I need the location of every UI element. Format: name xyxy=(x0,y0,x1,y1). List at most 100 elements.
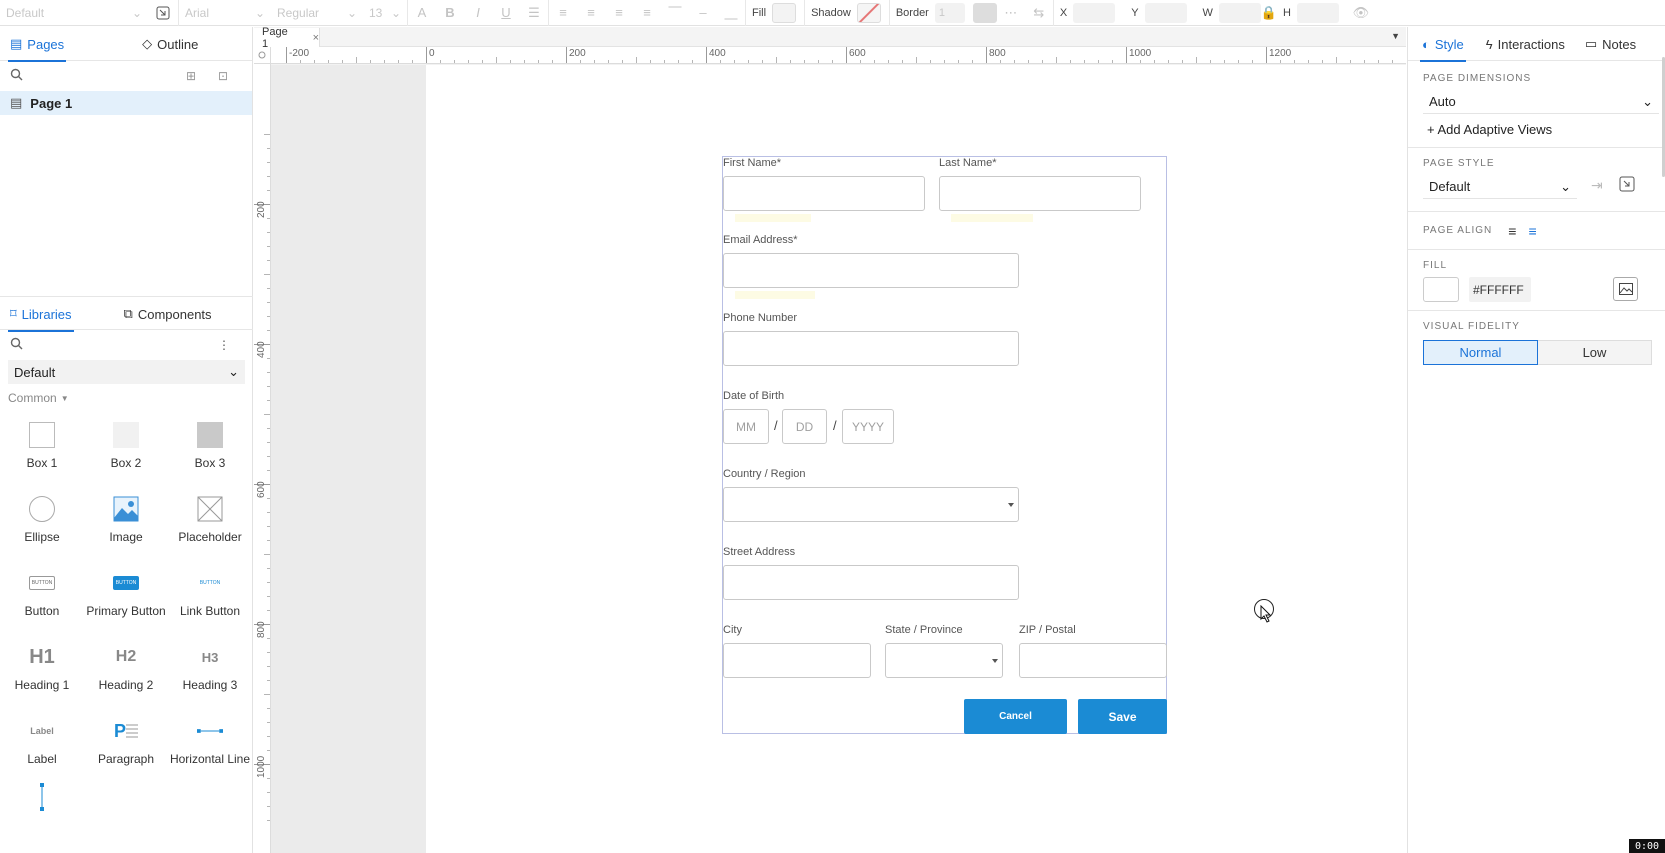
font-size-select[interactable]: 13 ⌄ xyxy=(363,2,407,24)
bullet-list-icon[interactable]: ☰ xyxy=(520,0,548,26)
x-input[interactable] xyxy=(1073,2,1116,23)
street-input[interactable] xyxy=(723,565,1019,600)
lock-icon[interactable]: 🔒 xyxy=(1261,0,1277,26)
ruler-minor-tick xyxy=(1252,60,1253,63)
add-page-icon[interactable]: ⊞ xyxy=(186,69,196,83)
shadow-swatch[interactable] xyxy=(856,2,881,23)
h-input[interactable] xyxy=(1296,2,1339,23)
tab-components[interactable]: ⧉ Components xyxy=(116,297,220,331)
last-name-input[interactable] xyxy=(939,176,1141,211)
align-center-icon[interactable]: ≡ xyxy=(1528,223,1536,239)
tab-style[interactable]: ◐ Style xyxy=(1414,27,1472,62)
zip-input[interactable] xyxy=(1019,643,1167,678)
widget-link-button[interactable]: BUTTON Link Button xyxy=(168,560,252,634)
italic-icon[interactable]: I xyxy=(464,0,492,26)
justify-icon[interactable]: ≡ xyxy=(633,0,661,26)
style-manage-icon[interactable] xyxy=(1619,176,1635,195)
style-manage-icon[interactable] xyxy=(148,0,178,26)
align-bottom-icon[interactable]: ⎽ xyxy=(717,0,745,26)
fidelity-low-button[interactable]: Low xyxy=(1538,340,1652,365)
phone-input[interactable] xyxy=(723,331,1019,366)
widget-image[interactable]: Image xyxy=(84,486,168,560)
dob-month-input[interactable]: MM xyxy=(723,409,769,444)
fill-swatch[interactable] xyxy=(772,2,797,23)
country-select[interactable] xyxy=(723,487,1019,522)
align-left-icon[interactable]: ≡ xyxy=(1508,223,1516,239)
weight-select[interactable]: Regular ⌄ xyxy=(271,2,363,24)
tab-libraries[interactable]: ⌑ Libraries xyxy=(2,297,80,332)
caret-down-icon[interactable]: ▼ xyxy=(1391,31,1400,41)
fill-hex-input[interactable]: #FFFFFF xyxy=(1469,277,1531,302)
widget-paragraph[interactable]: P Paragraph xyxy=(84,708,168,782)
canvas-area[interactable]: Page 1 × ▼ -200 0 200 400 600 800 1000 1200 200… xyxy=(254,26,1406,853)
widget-placeholder[interactable]: Placeholder xyxy=(168,486,252,560)
align-left-icon[interactable]: ≡ xyxy=(549,0,577,26)
more-vertical-icon[interactable]: ⋮ xyxy=(218,338,230,352)
widget-label[interactable]: Label Label xyxy=(0,708,84,782)
save-button[interactable]: Save xyxy=(1078,699,1167,734)
widget-heading3[interactable]: H3 Heading 3 xyxy=(168,634,252,708)
widget-box1[interactable]: Box 1 xyxy=(0,412,84,486)
tab-interactions[interactable]: ϟ Interactions xyxy=(1478,27,1573,61)
underline-icon[interactable]: U xyxy=(492,0,520,26)
state-select[interactable] xyxy=(885,643,1003,678)
apply-style-icon[interactable]: ⇥ xyxy=(1591,177,1603,194)
widget-vertical-line[interactable] xyxy=(0,782,84,822)
library-tabs: ⌑ Libraries ⧉ Components xyxy=(0,296,253,332)
fill-color-swatch[interactable] xyxy=(1423,277,1459,302)
fidelity-normal-button[interactable]: Normal xyxy=(1423,340,1538,365)
right-panel: ◐ Style ϟ Interactions ▭ Notes PAGE DIME… xyxy=(1407,27,1665,853)
dob-day-input[interactable]: DD xyxy=(782,409,827,444)
dob-year-input[interactable]: YYYY xyxy=(842,409,894,444)
border-style-icon[interactable]: ⋯ xyxy=(997,0,1025,26)
bold-icon[interactable]: B xyxy=(436,0,464,26)
align-middle-icon[interactable]: – xyxy=(689,0,717,26)
arrow-style-icon[interactable]: ⇆ xyxy=(1025,0,1053,26)
page-row-page1[interactable]: ▤ Page 1 xyxy=(0,91,252,115)
align-right-icon[interactable]: ≡ xyxy=(605,0,633,26)
city-input[interactable] xyxy=(723,643,871,678)
first-name-input[interactable] xyxy=(723,176,925,211)
w-input[interactable] xyxy=(1218,2,1261,23)
ruler-top[interactable]: -200 0 200 400 600 800 1000 1200 xyxy=(271,47,1406,64)
add-folder-icon[interactable]: ⊡ xyxy=(218,69,228,83)
page-style-select[interactable]: Default ⌄ xyxy=(1423,175,1577,199)
ruler-corner[interactable] xyxy=(254,47,271,64)
widget-heading2[interactable]: H2 Heading 2 xyxy=(84,634,168,708)
align-top-icon[interactable]: ⎺ xyxy=(661,0,689,26)
ruler-left[interactable]: 200 400 600 800 1000 xyxy=(254,64,271,853)
align-center-icon[interactable]: ≡ xyxy=(577,0,605,26)
fill-image-icon[interactable] xyxy=(1613,277,1638,301)
tab-pages[interactable]: ▤ Pages xyxy=(2,27,72,62)
tab-outline[interactable]: ◇ Outline xyxy=(134,27,206,61)
style-select[interactable]: Default ⌄ xyxy=(0,2,148,24)
cancel-button[interactable]: Cancel xyxy=(964,699,1067,734)
category-toggle[interactable]: Common ▼ xyxy=(0,384,253,412)
address-form[interactable]: First Name* Last Name* Email Address* Ph… xyxy=(722,156,1167,734)
close-icon[interactable]: × xyxy=(313,32,319,44)
y-input[interactable] xyxy=(1144,2,1187,23)
ruler-minor-tick xyxy=(1014,60,1015,63)
page-dimensions-select[interactable]: Auto ⌄ xyxy=(1423,90,1659,114)
artboard[interactable]: First Name* Last Name* Email Address* Ph… xyxy=(426,65,1406,853)
email-input[interactable] xyxy=(723,253,1019,288)
text-color-icon[interactable]: A xyxy=(408,0,436,26)
widget-heading1[interactable]: H1 Heading 1 xyxy=(0,634,84,708)
widget-box3[interactable]: Box 3 xyxy=(168,412,252,486)
border-width-input[interactable]: 1 xyxy=(934,2,965,23)
library-search[interactable]: ⋮ xyxy=(0,330,253,360)
widget-box2[interactable]: Box 2 xyxy=(84,412,168,486)
widget-primary-button[interactable]: BUTTON Primary Button xyxy=(84,560,168,634)
widget-ellipse[interactable]: Ellipse xyxy=(0,486,84,560)
border-color-swatch[interactable] xyxy=(972,2,997,23)
tab-notes[interactable]: ▭ Notes xyxy=(1577,27,1644,61)
widget-horizontal-line[interactable]: Horizontal Line xyxy=(168,708,252,782)
visibility-icon[interactable]: 👁 xyxy=(1347,0,1375,26)
library-select[interactable]: Default ⌄ xyxy=(8,360,245,384)
fill-hex-value: #FFFFFF xyxy=(1473,282,1524,297)
add-adaptive-views-link[interactable]: + Add Adaptive Views xyxy=(1408,114,1665,147)
font-select[interactable]: Arial ⌄ xyxy=(179,2,271,24)
pages-search[interactable]: ⊞ ⊡ xyxy=(0,61,252,91)
widget-button[interactable]: BUTTON Button xyxy=(0,560,84,634)
page-tab[interactable]: Page 1 × xyxy=(254,26,320,50)
